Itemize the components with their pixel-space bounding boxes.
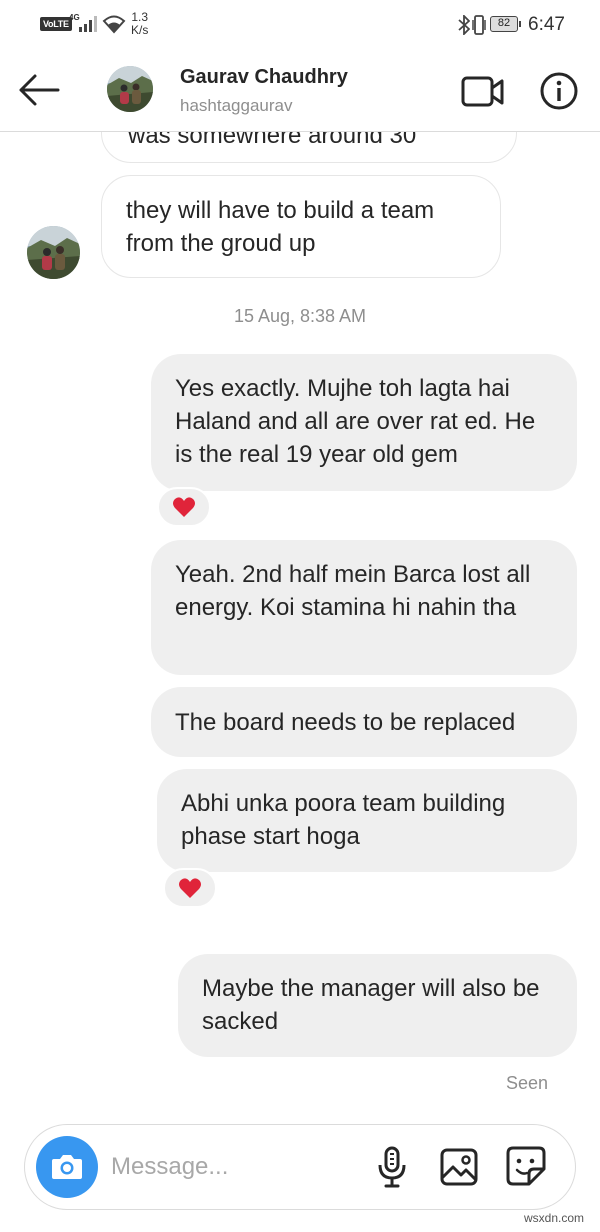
sticker-icon: [506, 1146, 546, 1186]
reaction-badge[interactable]: [163, 868, 217, 908]
message-composer: [24, 1124, 576, 1210]
message-thread[interactable]: was somewhere around 30 they will have t…: [0, 0, 600, 1232]
video-call-icon: [461, 76, 504, 107]
sender-avatar[interactable]: [27, 226, 80, 279]
conversation-header: Gaurav Chaudhry hashtaggaurav: [0, 50, 600, 132]
outgoing-message[interactable]: Yeah. 2nd half mein Barca lost all energ…: [151, 540, 577, 675]
outgoing-message[interactable]: The board needs to be replaced: [151, 687, 577, 757]
info-icon: [540, 72, 578, 110]
info-button[interactable]: [538, 70, 580, 112]
watermark: wsxdn.com: [524, 1211, 585, 1225]
avatar-image: [107, 66, 153, 112]
reaction-badge[interactable]: [157, 487, 211, 527]
camera-button[interactable]: [36, 1136, 98, 1198]
gallery-button[interactable]: [439, 1147, 479, 1187]
heart-icon: [179, 878, 201, 898]
message-input[interactable]: [111, 1149, 361, 1185]
back-button[interactable]: [16, 70, 62, 110]
contact-name[interactable]: Gaurav Chaudhry: [180, 66, 348, 89]
microphone-icon: [378, 1146, 406, 1188]
back-arrow-icon: [19, 74, 60, 106]
camera-icon: [52, 1155, 82, 1179]
contact-username[interactable]: hashtaggaurav: [180, 96, 292, 116]
incoming-message[interactable]: they will have to build a team from the …: [101, 175, 501, 278]
voice-message-button[interactable]: [375, 1145, 409, 1189]
header-avatar[interactable]: [107, 66, 153, 112]
heart-icon: [173, 497, 195, 517]
outgoing-message[interactable]: Maybe the manager will also be sacked: [178, 954, 577, 1057]
outgoing-message[interactable]: Yes exactly. Mujhe toh lagta hai Haland …: [151, 354, 577, 491]
message-timestamp: 15 Aug, 8:38 AM: [233, 306, 367, 326]
video-call-button[interactable]: [460, 72, 506, 112]
avatar-image: [27, 226, 80, 279]
seen-indicator: Seen: [506, 1073, 549, 1093]
gallery-icon: [440, 1148, 478, 1186]
outgoing-message[interactable]: Abhi unka poora team building phase star…: [157, 769, 577, 872]
sticker-button[interactable]: [505, 1145, 547, 1187]
